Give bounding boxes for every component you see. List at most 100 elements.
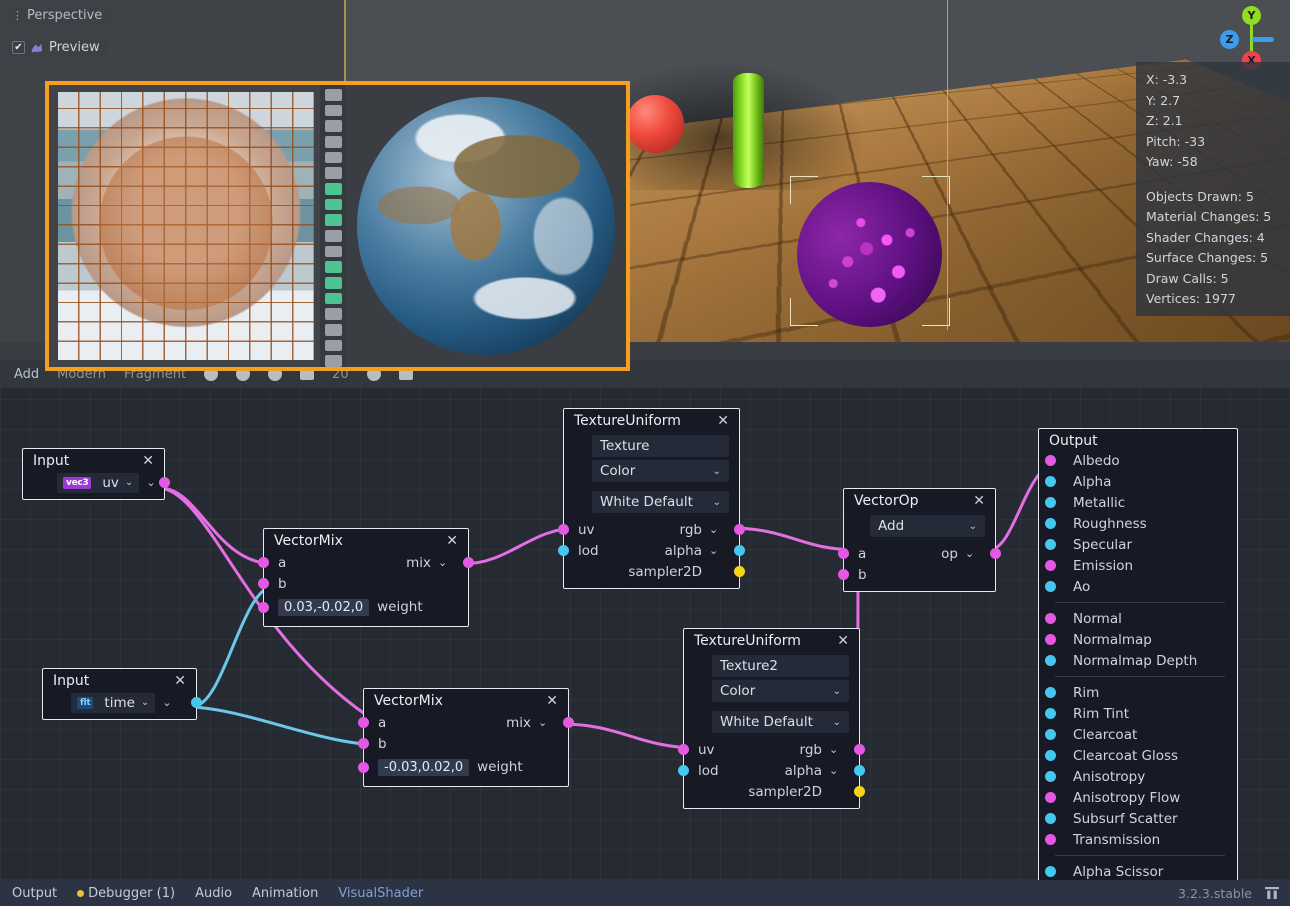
tab-visualshader[interactable]: VisualShader — [338, 886, 423, 901]
chevron-down-icon[interactable]: ⌄ — [833, 686, 841, 697]
rotate-tool-icon[interactable] — [325, 105, 342, 117]
node-header[interactable]: TextureUniform ✕ — [564, 409, 739, 432]
paint-icon[interactable] — [325, 340, 342, 352]
uniform-name-field[interactable]: Texture — [592, 435, 729, 457]
input-port-dot-a[interactable] — [258, 557, 269, 568]
select-tool-icon[interactable] — [325, 136, 342, 148]
port-hook-icon[interactable]: ⌄ — [709, 523, 722, 536]
chevron-down-icon[interactable]: ⌄ — [833, 717, 841, 728]
output-port-row[interactable]: Clearcoat Gloss — [1039, 745, 1237, 766]
output-port-row[interactable]: Roughness — [1039, 513, 1237, 534]
node-input-time[interactable]: Input ✕ flt time ⌄ ⌄ — [42, 668, 197, 720]
port-hook-icon[interactable]: ⌄ — [162, 696, 175, 709]
output-port-dot-sampler[interactable] — [854, 786, 865, 797]
input-port-dot[interactable] — [1045, 771, 1056, 782]
node-header[interactable]: Output — [1039, 429, 1237, 450]
texture-type-dropdown[interactable]: Color ⌄ — [592, 460, 729, 482]
port-row-a[interactable]: a mix ⌄ — [364, 712, 568, 733]
chevron-down-icon[interactable]: ⌄ — [713, 497, 721, 508]
perspective-menu[interactable]: ⋮ Perspective — [8, 6, 110, 25]
node-header[interactable]: VectorOp ✕ — [844, 489, 995, 512]
input-port-dot[interactable] — [1045, 455, 1056, 466]
color-default-dropdown[interactable]: White Default ⌄ — [712, 711, 849, 733]
dock-layout-icon[interactable] — [1264, 886, 1280, 900]
close-icon[interactable]: ✕ — [140, 454, 156, 468]
output-port-dot[interactable] — [159, 477, 170, 488]
port-hook-icon[interactable]: ⌄ — [709, 544, 722, 557]
group-icon[interactable] — [325, 214, 342, 226]
input-port-dot[interactable] — [1045, 518, 1056, 529]
transform-icon[interactable] — [325, 324, 342, 336]
input-port-dot-b[interactable] — [358, 738, 369, 749]
port-row-b[interactable]: b — [844, 564, 995, 585]
node-header[interactable]: TextureUniform ✕ — [684, 629, 859, 652]
input-port-dot[interactable] — [1045, 539, 1056, 550]
output-port-row[interactable]: Normalmap Depth — [1039, 650, 1237, 671]
input-port-dot[interactable] — [1045, 708, 1056, 719]
node-texture-uniform-1[interactable]: TextureUniform ✕ Texture Color ⌄ White D… — [563, 408, 740, 589]
port-row-a[interactable]: a mix ⌄ — [264, 552, 468, 573]
output-port-row[interactable]: Rim Tint — [1039, 703, 1237, 724]
input-port-dot-weight[interactable] — [358, 762, 369, 773]
output-port-dot-mix[interactable] — [463, 557, 474, 568]
port-row-lod[interactable]: lod alpha ⌄ — [684, 760, 859, 781]
bottom-panel-bar[interactable]: Output Debugger (1) Audio Animation Visu… — [0, 880, 1290, 906]
output-port-row[interactable]: Transmission — [1039, 829, 1237, 850]
output-port-row[interactable]: Emission — [1039, 555, 1237, 576]
weight-value-field[interactable]: 0.03,-0.02,0 — [278, 599, 369, 616]
port-hook-icon[interactable]: ⌄ — [438, 556, 451, 569]
input-port-dot[interactable] — [1045, 634, 1056, 645]
input-port-dot-weight[interactable] — [258, 602, 269, 613]
preview-vertical-toolbar[interactable] — [320, 85, 346, 367]
refresh-icon[interactable] — [325, 277, 342, 289]
unlock-icon[interactable] — [325, 199, 342, 211]
color-default-dropdown[interactable]: White Default ⌄ — [592, 491, 729, 513]
input-type-dropdown[interactable]: vec3 uv ⌄ — [57, 473, 139, 493]
gizmo-axis-z[interactable]: Z — [1220, 30, 1239, 49]
input-port-dot-uv[interactable] — [678, 744, 689, 755]
bake-icon[interactable] — [325, 308, 342, 320]
input-port-dot[interactable] — [1045, 834, 1056, 845]
port-hook-icon[interactable]: ⌄ — [146, 476, 155, 489]
port-row-weight[interactable]: 0.03,-0.02,0 weight — [264, 594, 468, 620]
port-row-weight[interactable]: -0.03,0.02,0 weight — [364, 754, 568, 780]
port-hook-icon[interactable]: ⌄ — [829, 764, 842, 777]
input-port-dot[interactable] — [1045, 729, 1056, 740]
output-port-row[interactable]: Albedo — [1039, 450, 1237, 471]
output-port-dot-rgb[interactable] — [854, 744, 865, 755]
input-port-dot[interactable] — [1045, 750, 1056, 761]
close-icon[interactable]: ✕ — [715, 414, 731, 428]
skeleton-icon[interactable] — [325, 246, 342, 258]
output-port-dot-op[interactable] — [990, 548, 1001, 559]
input-port-dot-uv[interactable] — [558, 524, 569, 535]
chevron-down-icon[interactable]: ⌄ — [125, 477, 133, 488]
input-port-dot[interactable] — [1045, 792, 1056, 803]
tab-output[interactable]: Output — [12, 886, 57, 901]
port-hook-icon[interactable]: ⌄ — [538, 716, 551, 729]
input-port-dot[interactable] — [1045, 655, 1056, 666]
close-icon[interactable]: ✕ — [835, 634, 851, 648]
checkbox-icon[interactable]: ✔ — [12, 41, 25, 54]
port-row-uv[interactable]: uv rgb ⌄ — [684, 739, 859, 760]
port-hook-icon[interactable]: ⌄ — [829, 743, 842, 756]
output-port-dot-rgb[interactable] — [734, 524, 745, 535]
input-time-row[interactable]: flt time ⌄ ⌄ — [43, 692, 196, 713]
output-port-row[interactable]: Subsurf Scatter — [1039, 808, 1237, 829]
view-axis-gizmo[interactable]: Y Z X — [1212, 4, 1276, 68]
input-port-dot-b[interactable] — [838, 569, 849, 580]
preview-toggle[interactable]: ✔ Preview — [8, 38, 108, 57]
port-row-a[interactable]: a op ⌄ — [844, 543, 995, 564]
port-row-uv[interactable]: uv rgb ⌄ — [564, 519, 739, 540]
port-row-b[interactable]: b — [264, 573, 468, 594]
port-row-sampler[interactable]: sampler2D ⌄ — [684, 781, 859, 802]
chevron-down-icon[interactable]: ⌄ — [141, 697, 149, 708]
output-port-row[interactable]: Rim — [1039, 682, 1237, 703]
port-row-lod[interactable]: lod alpha ⌄ — [564, 540, 739, 561]
operation-dropdown[interactable]: Add ⌄ — [870, 515, 985, 537]
output-port-dot-alpha[interactable] — [734, 545, 745, 556]
output-port-dot-alpha[interactable] — [854, 765, 865, 776]
output-port-row[interactable]: Alpha Scissor — [1039, 861, 1237, 880]
node-vectormix-2[interactable]: VectorMix ✕ a mix ⌄ b -0.03,0.02,0 weigh… — [363, 688, 569, 787]
port-hook-icon[interactable]: ⌄ — [965, 547, 978, 560]
node-vectormix-1[interactable]: VectorMix ✕ a mix ⌄ b 0.03,-0.02,0 weigh… — [263, 528, 469, 627]
